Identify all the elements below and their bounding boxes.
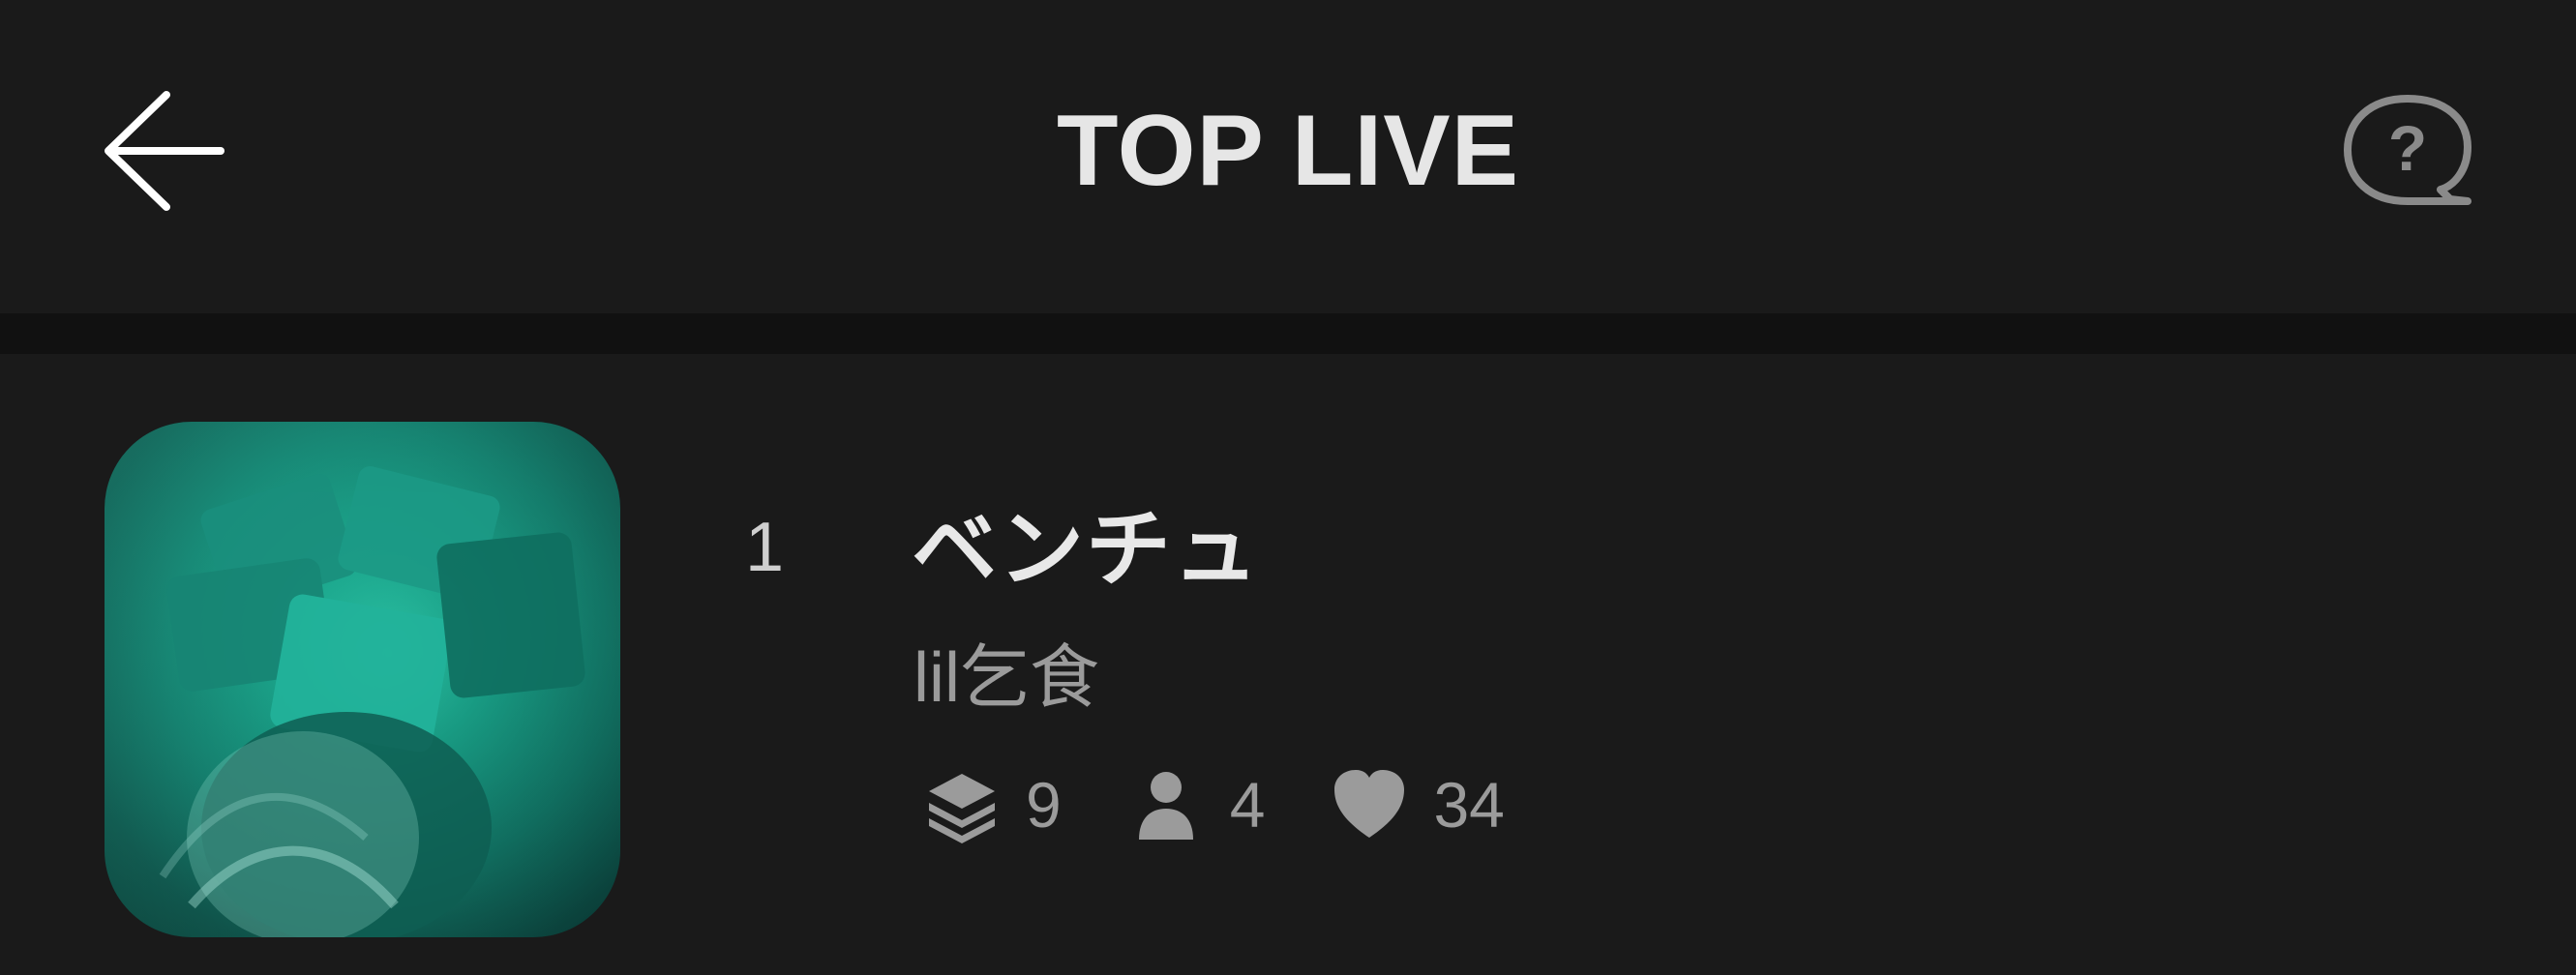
header-divider xyxy=(0,313,2576,354)
help-button[interactable]: ? xyxy=(2340,93,2475,209)
page-title: TOP LIVE xyxy=(1056,95,1520,207)
rank-number: 1 xyxy=(745,509,785,586)
layers-count: 9 xyxy=(1026,769,1062,841)
stats-row: 9 4 34 xyxy=(921,760,1569,849)
artist-name: lil乞食 xyxy=(914,639,1099,717)
stat-likes: 34 xyxy=(1329,764,1505,845)
users-count: 4 xyxy=(1229,769,1266,841)
thumbnail-image xyxy=(105,422,620,937)
svg-text:?: ? xyxy=(2388,112,2427,184)
song-title: ベンチュ xyxy=(912,501,1261,597)
likes-count: 34 xyxy=(1433,769,1505,841)
heart-icon xyxy=(1334,770,1405,838)
list-item[interactable]: 1 ベンチュ lil乞食 9 4 34 xyxy=(0,354,2576,975)
stat-users: 4 xyxy=(1125,764,1266,845)
person-icon xyxy=(1138,772,1193,840)
question-bubble-icon: ? xyxy=(2344,95,2471,205)
layers-icon xyxy=(929,774,995,843)
stat-layers: 9 xyxy=(921,764,1062,845)
top-bar: TOP LIVE ? xyxy=(0,0,2576,313)
